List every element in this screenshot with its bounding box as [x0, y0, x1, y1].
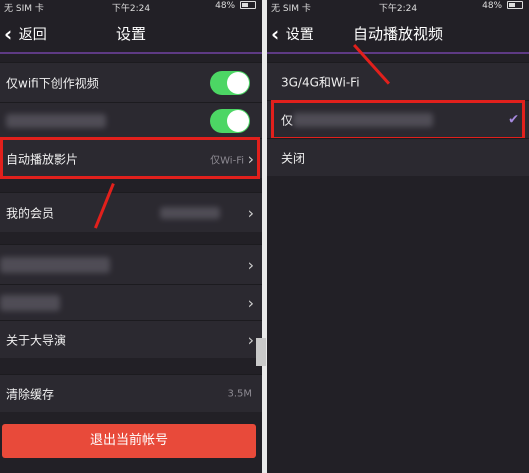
page-title: 自动播放视频	[352, 25, 443, 43]
battery-percent: 48%	[482, 1, 503, 11]
nav-bar: ‹ 设置 自动播放视频	[267, 14, 529, 52]
logout-button[interactable]: 退出当前帐号	[2, 424, 256, 458]
battery-indicator: 48%	[482, 1, 523, 11]
blurred-label	[6, 114, 106, 128]
blurred-label	[0, 257, 110, 273]
nav-divider	[267, 52, 529, 54]
chevron-right-icon: ›	[247, 203, 254, 222]
option-label: 关闭	[281, 151, 306, 165]
blurred-row-toggle[interactable]	[210, 108, 250, 133]
highlight-box	[271, 100, 525, 140]
clear-cache-row[interactable]: 清除缓存 3.5M	[0, 374, 262, 412]
blurred-row-1[interactable]: ›	[0, 244, 262, 284]
battery-percent: 48%	[215, 1, 236, 11]
option-off[interactable]: 关闭	[267, 138, 529, 176]
blurred-label	[0, 295, 60, 311]
status-bar: 无 SIM 卡 下午2:24 48%	[0, 0, 262, 14]
battery-icon	[240, 1, 256, 9]
clear-cache-label: 清除缓存	[6, 387, 55, 401]
wifi-video-label: 仅wifi下创作视频	[6, 76, 99, 90]
nav-bar: ‹ 返回 设置	[0, 14, 262, 52]
settings-screen: 无 SIM 卡 下午2:24 48% ‹ 返回 设置 仅wifi下创作视频 自动…	[0, 0, 262, 473]
member-label: 我的会员	[6, 206, 55, 220]
wifi-video-toggle[interactable]	[210, 70, 250, 95]
about-row[interactable]: 关于大导演 ›	[0, 320, 262, 358]
chevron-right-icon: ›	[247, 255, 254, 274]
wifi-video-row: 仅wifi下创作视频	[0, 62, 262, 102]
battery-indicator: 48%	[215, 1, 256, 11]
cache-size: 3.5M	[227, 388, 252, 399]
toggle-knob	[227, 71, 249, 94]
highlight-box	[0, 137, 260, 179]
member-row[interactable]: 我的会员 ›	[0, 192, 262, 232]
option-3g-4g-wifi[interactable]: 3G/4G和Wi-Fi	[267, 62, 529, 100]
status-bar: 无 SIM 卡 下午2:24 48%	[267, 0, 529, 14]
blurred-toggle-row	[0, 102, 262, 138]
blurred-row-2[interactable]: ›	[0, 284, 262, 320]
chevron-right-icon: ›	[247, 330, 254, 349]
toggle-knob	[227, 109, 249, 132]
about-label: 关于大导演	[6, 333, 67, 347]
nav-divider	[0, 52, 262, 54]
autoplay-screen: 无 SIM 卡 下午2:24 48% ‹ 设置 自动播放视频 3G/4G和Wi-…	[267, 0, 529, 473]
page-title: 设置	[115, 25, 146, 43]
scroll-grip	[256, 338, 266, 366]
blurred-value	[160, 207, 220, 219]
chevron-right-icon: ›	[247, 293, 254, 312]
option-label: 3G/4G和Wi-Fi	[281, 75, 360, 89]
battery-icon	[507, 1, 523, 9]
